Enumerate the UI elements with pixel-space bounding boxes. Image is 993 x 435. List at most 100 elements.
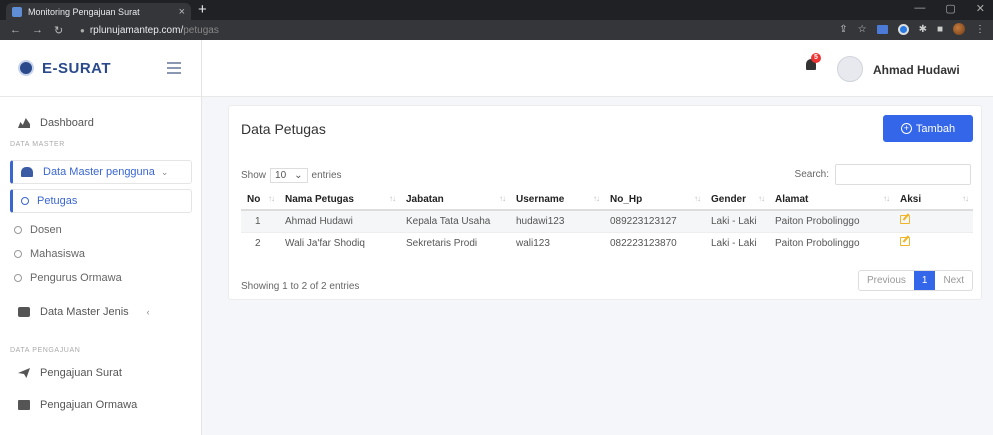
column-header-aksi[interactable]: Aksi ↑↓ [894, 189, 973, 211]
sidebar-item-label: Dashboard [40, 117, 94, 129]
sort-icon: ↑↓ [883, 193, 890, 203]
sidebar-item-pengajuan-surat[interactable]: Pengajuan Surat [18, 367, 122, 379]
table-cell-actions [894, 209, 973, 232]
organization-icon [18, 400, 30, 410]
edit-icon[interactable] [900, 215, 910, 225]
search-input[interactable] [835, 164, 971, 185]
sidebar-item-label: Pengajuan Surat [40, 367, 122, 379]
table-cell: Ahmad Hudawi [279, 209, 400, 232]
url-field[interactable]: ● rplunujamantep.com/ petugas [80, 25, 219, 36]
new-tab-button[interactable]: + [198, 1, 207, 18]
circle-icon [14, 226, 22, 234]
sidebar-subitem-dosen[interactable]: Dosen [14, 224, 62, 236]
sidepanel-icon[interactable]: ■ [937, 24, 943, 35]
next-button[interactable]: Next [935, 271, 972, 290]
window-controls: — ▢ ✕ [914, 2, 985, 15]
sort-icon: ↑↓ [758, 193, 765, 203]
entries-select[interactable]: 10 ⌄ [270, 168, 308, 183]
minimize-icon[interactable]: — [914, 2, 925, 15]
menu-icon[interactable]: ⋮ [975, 24, 985, 35]
chevron-down-icon: ⌄ [160, 166, 169, 177]
sort-icon: ↑↓ [499, 193, 506, 203]
browser-tab-bar: Monitoring Pengajuan Surat × + — ▢ ✕ [0, 0, 993, 20]
close-icon[interactable]: ✕ [976, 2, 985, 15]
database-icon [18, 307, 30, 317]
avatar[interactable] [837, 56, 863, 82]
tab-close-icon[interactable]: × [179, 6, 185, 18]
page-1-button[interactable]: 1 [913, 271, 936, 290]
sidebar-item-label: Mahasiswa [30, 248, 86, 260]
edit-icon[interactable] [900, 237, 910, 247]
sidebar-item-label: Pengajuan Ormawa [40, 399, 138, 411]
sidebar-item-master-types[interactable]: Data Master Jenis ‹ [18, 306, 150, 318]
table-cell: Laki - Laki [705, 231, 769, 254]
table-cell: Wali Ja'far Shodiq [279, 231, 400, 254]
chevron-down-icon: ⌄ [294, 170, 303, 181]
sidebar-subitem-mahasiswa[interactable]: Mahasiswa [14, 248, 85, 260]
circle-icon [14, 274, 22, 282]
forward-icon[interactable]: → [32, 24, 44, 36]
pagination: Previous 1 Next [857, 270, 973, 291]
sidebar-subitem-ormawa[interactable]: Pengurus Ormawa [14, 272, 122, 284]
chevron-left-icon: ‹ [146, 307, 150, 317]
table-info: Showing 1 to 2 of 2 entries [241, 281, 360, 292]
table-cell: Paiton Probolinggo [769, 231, 894, 254]
brand-area: E-SURAT [0, 40, 202, 97]
petugas-table: No ↑↓ Nama Petugas ↑↓ Jabatan ↑↓ Username ↑↓… [241, 189, 973, 254]
sort-icon: ↑↓ [389, 193, 396, 203]
column-header-nama[interactable]: Nama Petugas ↑↓ [279, 189, 400, 211]
notification-bell-icon[interactable]: 5 [804, 53, 821, 72]
table-cell: Sekretaris Prodi [400, 231, 510, 254]
table-cell: hudawi123 [510, 209, 604, 232]
maximize-icon[interactable]: ▢ [945, 2, 955, 15]
favicon-icon [12, 6, 22, 17]
add-button-label: Tambah [915, 122, 956, 135]
table-cell-actions [894, 231, 973, 254]
column-header-alamat[interactable]: Alamat ↑↓ [769, 189, 894, 211]
data-card: Data Petugas + Tambah Show 10 ⌄ entries … [228, 105, 982, 300]
sidebar-item-label: Pengurus Ormawa [30, 272, 122, 284]
search-control: Search: [795, 164, 971, 185]
menu-toggle-icon[interactable] [167, 59, 181, 77]
sidebar-item-pengajuan-ormawa[interactable]: Pengajuan Ormawa [18, 399, 137, 411]
bookmark-star-icon[interactable]: ☆ [858, 24, 867, 35]
circle-icon [14, 250, 22, 258]
previous-button[interactable]: Previous [859, 271, 914, 290]
url-domain: rplunujamantep.com/ [89, 24, 184, 36]
table-row: 1 Ahmad Hudawi Kepala Tata Usaha hudawi1… [241, 209, 973, 232]
brand-name: E-SURAT [42, 59, 112, 77]
column-header-gender[interactable]: Gender ↑↓ [705, 189, 769, 211]
browser-tab[interactable]: Monitoring Pengajuan Surat × [6, 3, 191, 20]
extension-icon[interactable] [897, 23, 909, 35]
reload-icon[interactable]: ↻ [54, 24, 66, 37]
profile-avatar-icon[interactable] [953, 23, 965, 35]
sort-icon: ↑↓ [268, 193, 275, 203]
add-button[interactable]: + Tambah [883, 115, 973, 142]
entries-value: 10 [275, 170, 287, 181]
notification-badge: 5 [811, 53, 821, 63]
table-cell: 1 [241, 209, 279, 232]
back-icon[interactable]: ← [10, 24, 22, 36]
column-header-username[interactable]: Username ↑↓ [510, 189, 604, 211]
extensions-area: ⇪ ☆ ✱ ■ ⋮ [839, 23, 985, 35]
extension-icon[interactable] [876, 24, 888, 34]
puzzle-icon[interactable]: ✱ [919, 24, 927, 35]
share-icon[interactable]: ⇪ [839, 24, 847, 35]
sidebar-item-dashboard[interactable]: Dashboard [18, 117, 94, 129]
column-header-jabatan[interactable]: Jabatan ↑↓ [400, 189, 510, 211]
table-header-row: No ↑↓ Nama Petugas ↑↓ Jabatan ↑↓ Username ↑↓… [241, 189, 973, 211]
circle-icon [21, 197, 29, 205]
url-path: petugas [183, 24, 219, 36]
sidebar-item-label: Data Master Jenis [40, 306, 129, 318]
column-header-nohp[interactable]: No_Hp ↑↓ [604, 189, 705, 211]
sidebar-item-master-users[interactable]: Data Master pengguna ⌄ [10, 160, 192, 184]
table-cell: wali123 [510, 231, 604, 254]
user-name[interactable]: Ahmad Hudawi [873, 63, 960, 77]
sidebar-subitem-petugas[interactable]: Petugas [10, 189, 192, 213]
entries-label: entries [311, 170, 342, 181]
page-title: Data Petugas [241, 121, 326, 137]
sidebar-section-header: DATA PENGAJUAN [10, 347, 81, 354]
address-bar: ← → ↻ ● rplunujamantep.com/ petugas ⇪ ☆ … [0, 20, 993, 40]
entries-length-control: Show 10 ⌄ entries [241, 168, 342, 183]
column-header-no[interactable]: No ↑↓ [241, 189, 279, 211]
